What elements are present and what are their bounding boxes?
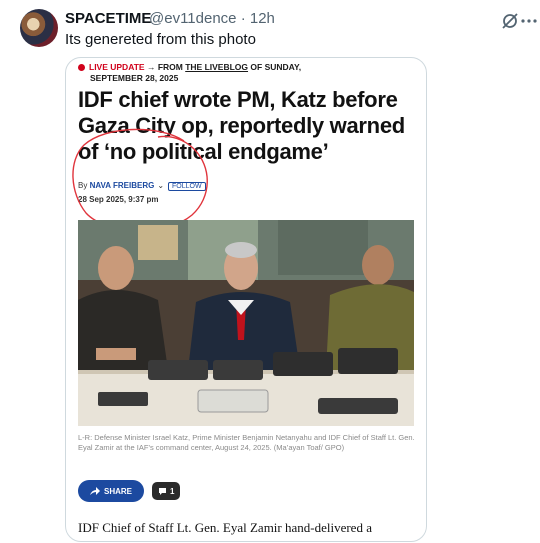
attached-image[interactable]: LIVE UPDATE → FROM THE LIVEBLOG OF SUNDA… xyxy=(65,57,427,542)
tweet-text: Its genereted from this photo xyxy=(65,31,256,48)
author-link[interactable]: NAVA FREIBERG xyxy=(90,181,155,190)
tweet-time[interactable]: 12h xyxy=(250,10,275,27)
article-photo xyxy=(78,220,414,426)
author-meta[interactable]: @ev11dence · 12h xyxy=(149,10,275,27)
grok-icon[interactable] xyxy=(500,11,520,31)
article-headline: IDF chief wrote PM, Katz before Gaza Cit… xyxy=(78,87,405,164)
avatar[interactable] xyxy=(20,9,58,47)
comment-count: 1 xyxy=(170,486,175,496)
byline: By NAVA FREIBERG ⌄ FOLLOW xyxy=(78,181,206,191)
article-kicker: LIVE UPDATE → FROM THE LIVEBLOG OF SUNDA… xyxy=(78,61,301,73)
author-name[interactable]: SPACETIME xyxy=(65,10,151,27)
kicker-mid: → FROM xyxy=(146,62,183,72)
article-date: 28 Sep 2025, 9:37 pm xyxy=(78,195,159,204)
photo-caption: L-R: Defense Minister Israel Katz, Prime… xyxy=(78,433,415,452)
follow-button[interactable]: FOLLOW xyxy=(168,182,206,191)
liveblog-link[interactable]: THE LIVEBLOG xyxy=(185,62,248,72)
article-body-text: IDF Chief of Staff Lt. Gen. Eyal Zamir h… xyxy=(78,520,372,535)
share-label: SHARE xyxy=(103,486,132,496)
live-label: LIVE UPDATE xyxy=(89,62,145,72)
author-handle[interactable]: @ev11dence xyxy=(149,10,237,27)
share-button[interactable]: SHARE xyxy=(78,480,144,502)
comment-icon xyxy=(159,487,166,495)
live-dot-icon xyxy=(78,64,85,71)
comment-button[interactable]: 1 xyxy=(152,482,181,500)
separator-dot: · xyxy=(240,10,246,27)
kicker-date: SEPTEMBER 28, 2025 xyxy=(90,73,179,83)
share-arrow-icon xyxy=(89,486,100,495)
more-icon[interactable] xyxy=(519,11,539,31)
chevron-down-icon[interactable]: ⌄ xyxy=(157,181,164,190)
kicker-tail: OF SUNDAY, xyxy=(250,62,302,72)
byline-prefix: By xyxy=(78,181,88,190)
